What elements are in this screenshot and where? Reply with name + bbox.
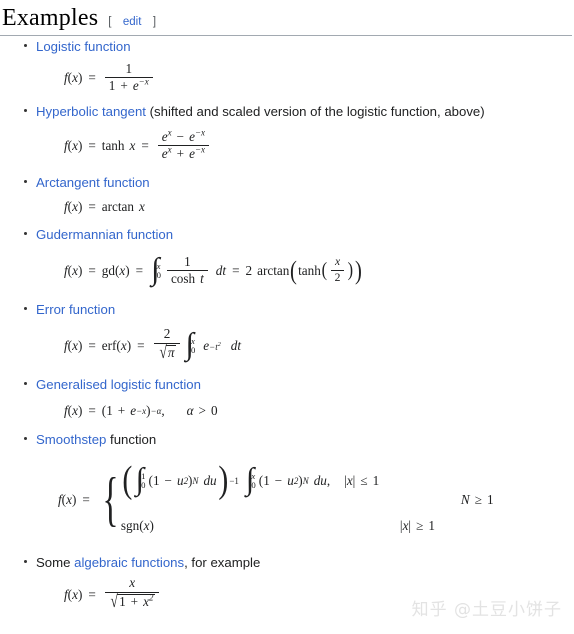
edit-close-bracket: ]: [152, 16, 157, 28]
list-item-label: Generalised logistic function: [36, 374, 574, 393]
link-hyperbolic-tangent[interactable]: Hyperbolic tangent: [36, 104, 146, 119]
formula-logistic-function: f(x) = 1 1 + e−x: [36, 55, 574, 101]
list-item: Generalised logistic function f(x) = (1 +…: [0, 374, 574, 429]
edit-open-bracket: [: [108, 16, 112, 28]
examples-list: Logistic function f(x) = 1 1 + e−x Hyperbo…: [0, 36, 574, 619]
list-item-label: Some algebraic functions, for example: [36, 552, 574, 571]
list-item-label: Gudermannian function: [36, 224, 574, 243]
formula-arctangent-function: f(x) = arctan x: [64, 199, 145, 215]
list-item-note: , for example: [184, 554, 261, 570]
link-gudermannian-function[interactable]: Gudermannian function: [36, 227, 173, 242]
list-item-label: Hyperbolic tangent (shifted and scaled v…: [36, 101, 574, 120]
list-item-label: Smoothstep function: [36, 429, 574, 448]
link-generalised-logistic-function[interactable]: Generalised logistic function: [36, 377, 201, 392]
smoothstep-case-1: ( ∫ 10 (1− u 2) N du ) −1 ∫ x0 (1 − u 2…: [122, 459, 380, 502]
list-item: Smoothstep function f(x) = { ( ∫ 10 (1 …: [0, 429, 574, 552]
bullet-icon: [24, 231, 27, 235]
list-item: Hyperbolic tangent (shifted and scaled v…: [0, 101, 574, 172]
list-item-label: Error function: [36, 299, 574, 318]
link-logistic-function[interactable]: Logistic function: [36, 39, 131, 54]
edit-section-wrapper: [ edit ]: [108, 16, 156, 28]
smoothstep-case-2: sgn(x) |x| ≥1: [120, 517, 435, 533]
link-error-function[interactable]: Error function: [36, 302, 115, 317]
list-item-note: function: [106, 431, 157, 447]
formula-generalised-logistic-function: f(x) = (1 + e −x) −α, α >0: [64, 402, 218, 418]
list-item-label: Logistic function: [36, 36, 574, 55]
edit-section-link[interactable]: edit: [123, 16, 142, 28]
list-item: Logistic function f(x) = 1 1 + e−x: [0, 36, 574, 101]
smoothstep-constraint: N ≥1: [460, 491, 494, 507]
list-item: Arctangent function f(x) = arctan x: [0, 172, 574, 224]
formula-gudermannian-function: f(x) = gd(x) = ∫ x0 1 cosh t dt = 2 arctan…: [64, 251, 363, 287]
bullet-icon: [24, 306, 27, 310]
list-item-note: (shifted and scaled version of the logis…: [145, 103, 485, 119]
bullet-icon: [24, 559, 27, 563]
section-heading: Examples [ edit ]: [0, 0, 572, 36]
list-item: Gudermannian function f(x) = gd(x) = ∫ x…: [0, 224, 574, 299]
link-smoothstep[interactable]: Smoothstep: [36, 432, 106, 447]
bullet-icon: [24, 381, 27, 385]
bullet-icon: [24, 43, 27, 47]
bullet-icon: [24, 436, 27, 440]
list-item: Error function f(x) = erf(x) = 2 √ π ∫ x0: [0, 299, 574, 374]
list-item-prefix: Some: [36, 554, 75, 570]
watermark: 知乎 @土豆小饼子: [411, 600, 562, 620]
bullet-icon: [24, 108, 27, 112]
page-title: Examples: [2, 5, 99, 31]
list-item-label: Arctangent function: [36, 172, 574, 191]
link-arctangent-function[interactable]: Arctangent function: [36, 175, 150, 190]
formula-smoothstep: f(x) = { ( ∫ 10 (1− u 2) N du ) −1 ∫ x 0…: [58, 459, 494, 533]
link-algebraic-functions[interactable]: algebraic functions: [74, 555, 184, 570]
wiki-article-section: Examples [ edit ] Logistic function f(x)…: [0, 0, 574, 634]
formula-error-function: f(x) = erf(x) = 2 √ π ∫ x0 e −t2 dt: [64, 326, 242, 363]
formula-hyperbolic-tangent: f(x) = tanh x = ex − e−x ex + e−x: [36, 120, 574, 172]
bullet-icon: [24, 179, 27, 183]
